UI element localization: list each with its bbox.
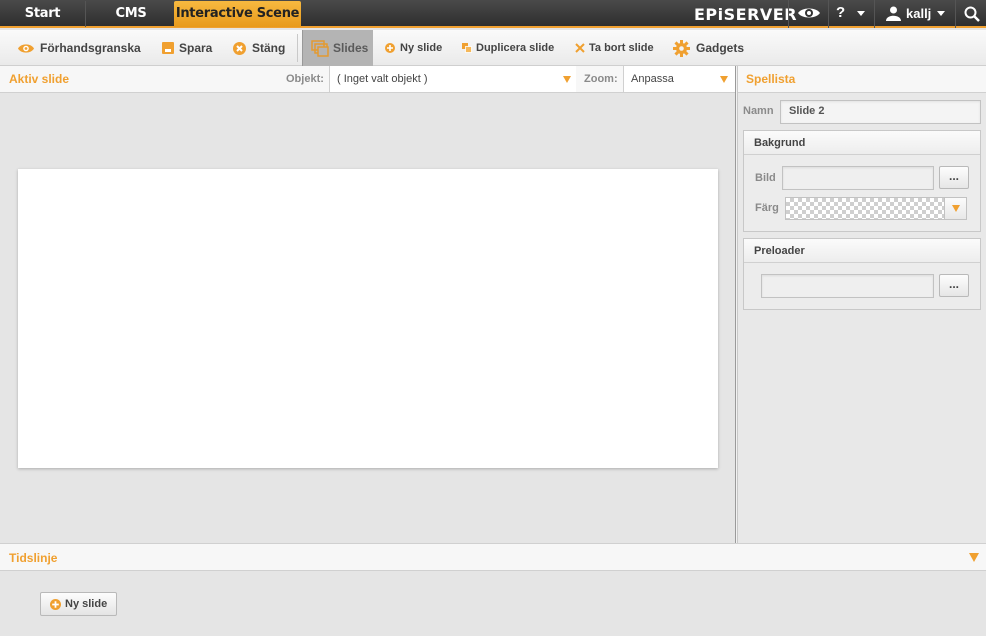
name-input-value: Slide 2	[789, 105, 825, 117]
gadgets-button[interactable]: Gadgets	[673, 30, 745, 66]
delete-slide-button[interactable]: Ta bort slide	[575, 30, 655, 66]
toolbar: Förhandsgranska Spara Stäng Slides Ny sl…	[0, 30, 986, 66]
timeline-header[interactable]: Tidslinje	[0, 543, 986, 571]
global-navigation: Start CMS Interactive Scene EPiSERVER ? …	[0, 0, 986, 28]
eye-icon	[18, 44, 34, 53]
timeline-body: Ny slide	[0, 571, 986, 636]
timeline-new-slide-label: Ny slide	[65, 598, 108, 610]
object-select-value: ( Inget valt objekt )	[337, 73, 428, 85]
duplicate-slide-label: Duplicera slide	[476, 42, 555, 54]
delete-slide-label: Ta bort slide	[589, 42, 654, 54]
name-input[interactable]: Slide 2	[780, 100, 981, 124]
slide-canvas[interactable]	[18, 169, 718, 468]
close-label: Stäng	[252, 41, 286, 55]
tab-interactive-scene[interactable]: Interactive Scene	[174, 1, 301, 27]
tab-start[interactable]: Start	[0, 1, 86, 27]
divider	[828, 0, 829, 28]
playlist-header: Spellista	[738, 66, 986, 93]
active-slide-header: Aktiv slide Objekt: ( Inget valt objekt …	[0, 66, 735, 93]
duplicate-slide-button[interactable]: Duplicera slide	[462, 30, 557, 66]
close-button[interactable]: Stäng	[233, 30, 291, 66]
image-input[interactable]	[782, 166, 934, 190]
color-label: Färg	[755, 202, 779, 214]
duplicate-icon	[462, 43, 472, 53]
color-picker[interactable]	[785, 197, 967, 220]
background-group: Bakgrund Bild ... Färg	[743, 130, 981, 232]
slide-stage	[0, 93, 735, 543]
dropdown-arrow-icon	[563, 76, 571, 83]
timeline-new-slide-button[interactable]: Ny slide	[40, 592, 117, 616]
divider	[788, 0, 789, 28]
new-slide-button[interactable]: Ny slide	[385, 30, 445, 66]
zoom-label: Zoom:	[584, 73, 618, 85]
tab-cms[interactable]: CMS	[88, 1, 174, 27]
save-icon	[162, 42, 174, 54]
zoom-select[interactable]: Anpassa	[623, 66, 735, 92]
divider	[297, 34, 298, 62]
preview-button[interactable]: Förhandsgranska	[18, 30, 143, 66]
object-label: Objekt:	[286, 73, 324, 85]
new-slide-label: Ny slide	[400, 42, 443, 54]
zoom-select-value: Anpassa	[631, 73, 674, 85]
chevron-down-icon[interactable]	[937, 11, 945, 16]
search-icon[interactable]	[964, 6, 980, 22]
image-label: Bild	[755, 172, 776, 184]
user-name: kallj	[906, 6, 932, 21]
divider	[874, 0, 875, 28]
preloader-browse-button[interactable]: ...	[939, 274, 969, 297]
divider	[955, 0, 956, 28]
active-slide-title: Aktiv slide	[9, 72, 70, 86]
delete-icon	[575, 43, 585, 53]
gadgets-label: Gadgets	[696, 41, 745, 55]
dropdown-arrow-icon	[952, 205, 960, 212]
help-icon[interactable]: ?	[836, 4, 845, 21]
close-icon	[233, 42, 246, 55]
slides-button[interactable]: Slides	[302, 30, 373, 66]
add-icon	[50, 599, 61, 610]
eye-icon[interactable]	[797, 5, 821, 21]
dropdown-arrow-icon	[720, 76, 728, 83]
slides-label: Slides	[333, 41, 369, 55]
playlist-title: Spellista	[746, 72, 796, 86]
collapse-arrow-icon[interactable]	[969, 553, 979, 562]
color-dropdown-button[interactable]	[944, 198, 966, 219]
preview-label: Förhandsgranska	[40, 41, 141, 55]
save-label: Spara	[179, 41, 213, 55]
gear-icon	[673, 40, 690, 57]
user-icon	[886, 6, 901, 21]
slides-icon	[311, 40, 329, 57]
image-browse-button[interactable]: ...	[939, 166, 969, 189]
background-title: Bakgrund	[754, 137, 806, 149]
preloader-group: Preloader ...	[743, 238, 981, 310]
preloader-title: Preloader	[754, 245, 805, 257]
episerver-logo: EPiSERVER	[694, 5, 798, 24]
background-group-header: Bakgrund	[744, 131, 980, 155]
preloader-group-header: Preloader	[744, 239, 980, 263]
playlist-panel: Spellista Namn Slide 2 Bakgrund Bild ...…	[738, 66, 986, 543]
preloader-input[interactable]	[761, 274, 934, 298]
object-select[interactable]: ( Inget valt objekt )	[329, 66, 576, 92]
name-label: Namn	[743, 105, 774, 117]
chevron-down-icon[interactable]	[857, 11, 865, 16]
timeline-title: Tidslinje	[9, 551, 58, 565]
save-button[interactable]: Spara	[162, 30, 217, 66]
add-icon	[385, 43, 395, 53]
